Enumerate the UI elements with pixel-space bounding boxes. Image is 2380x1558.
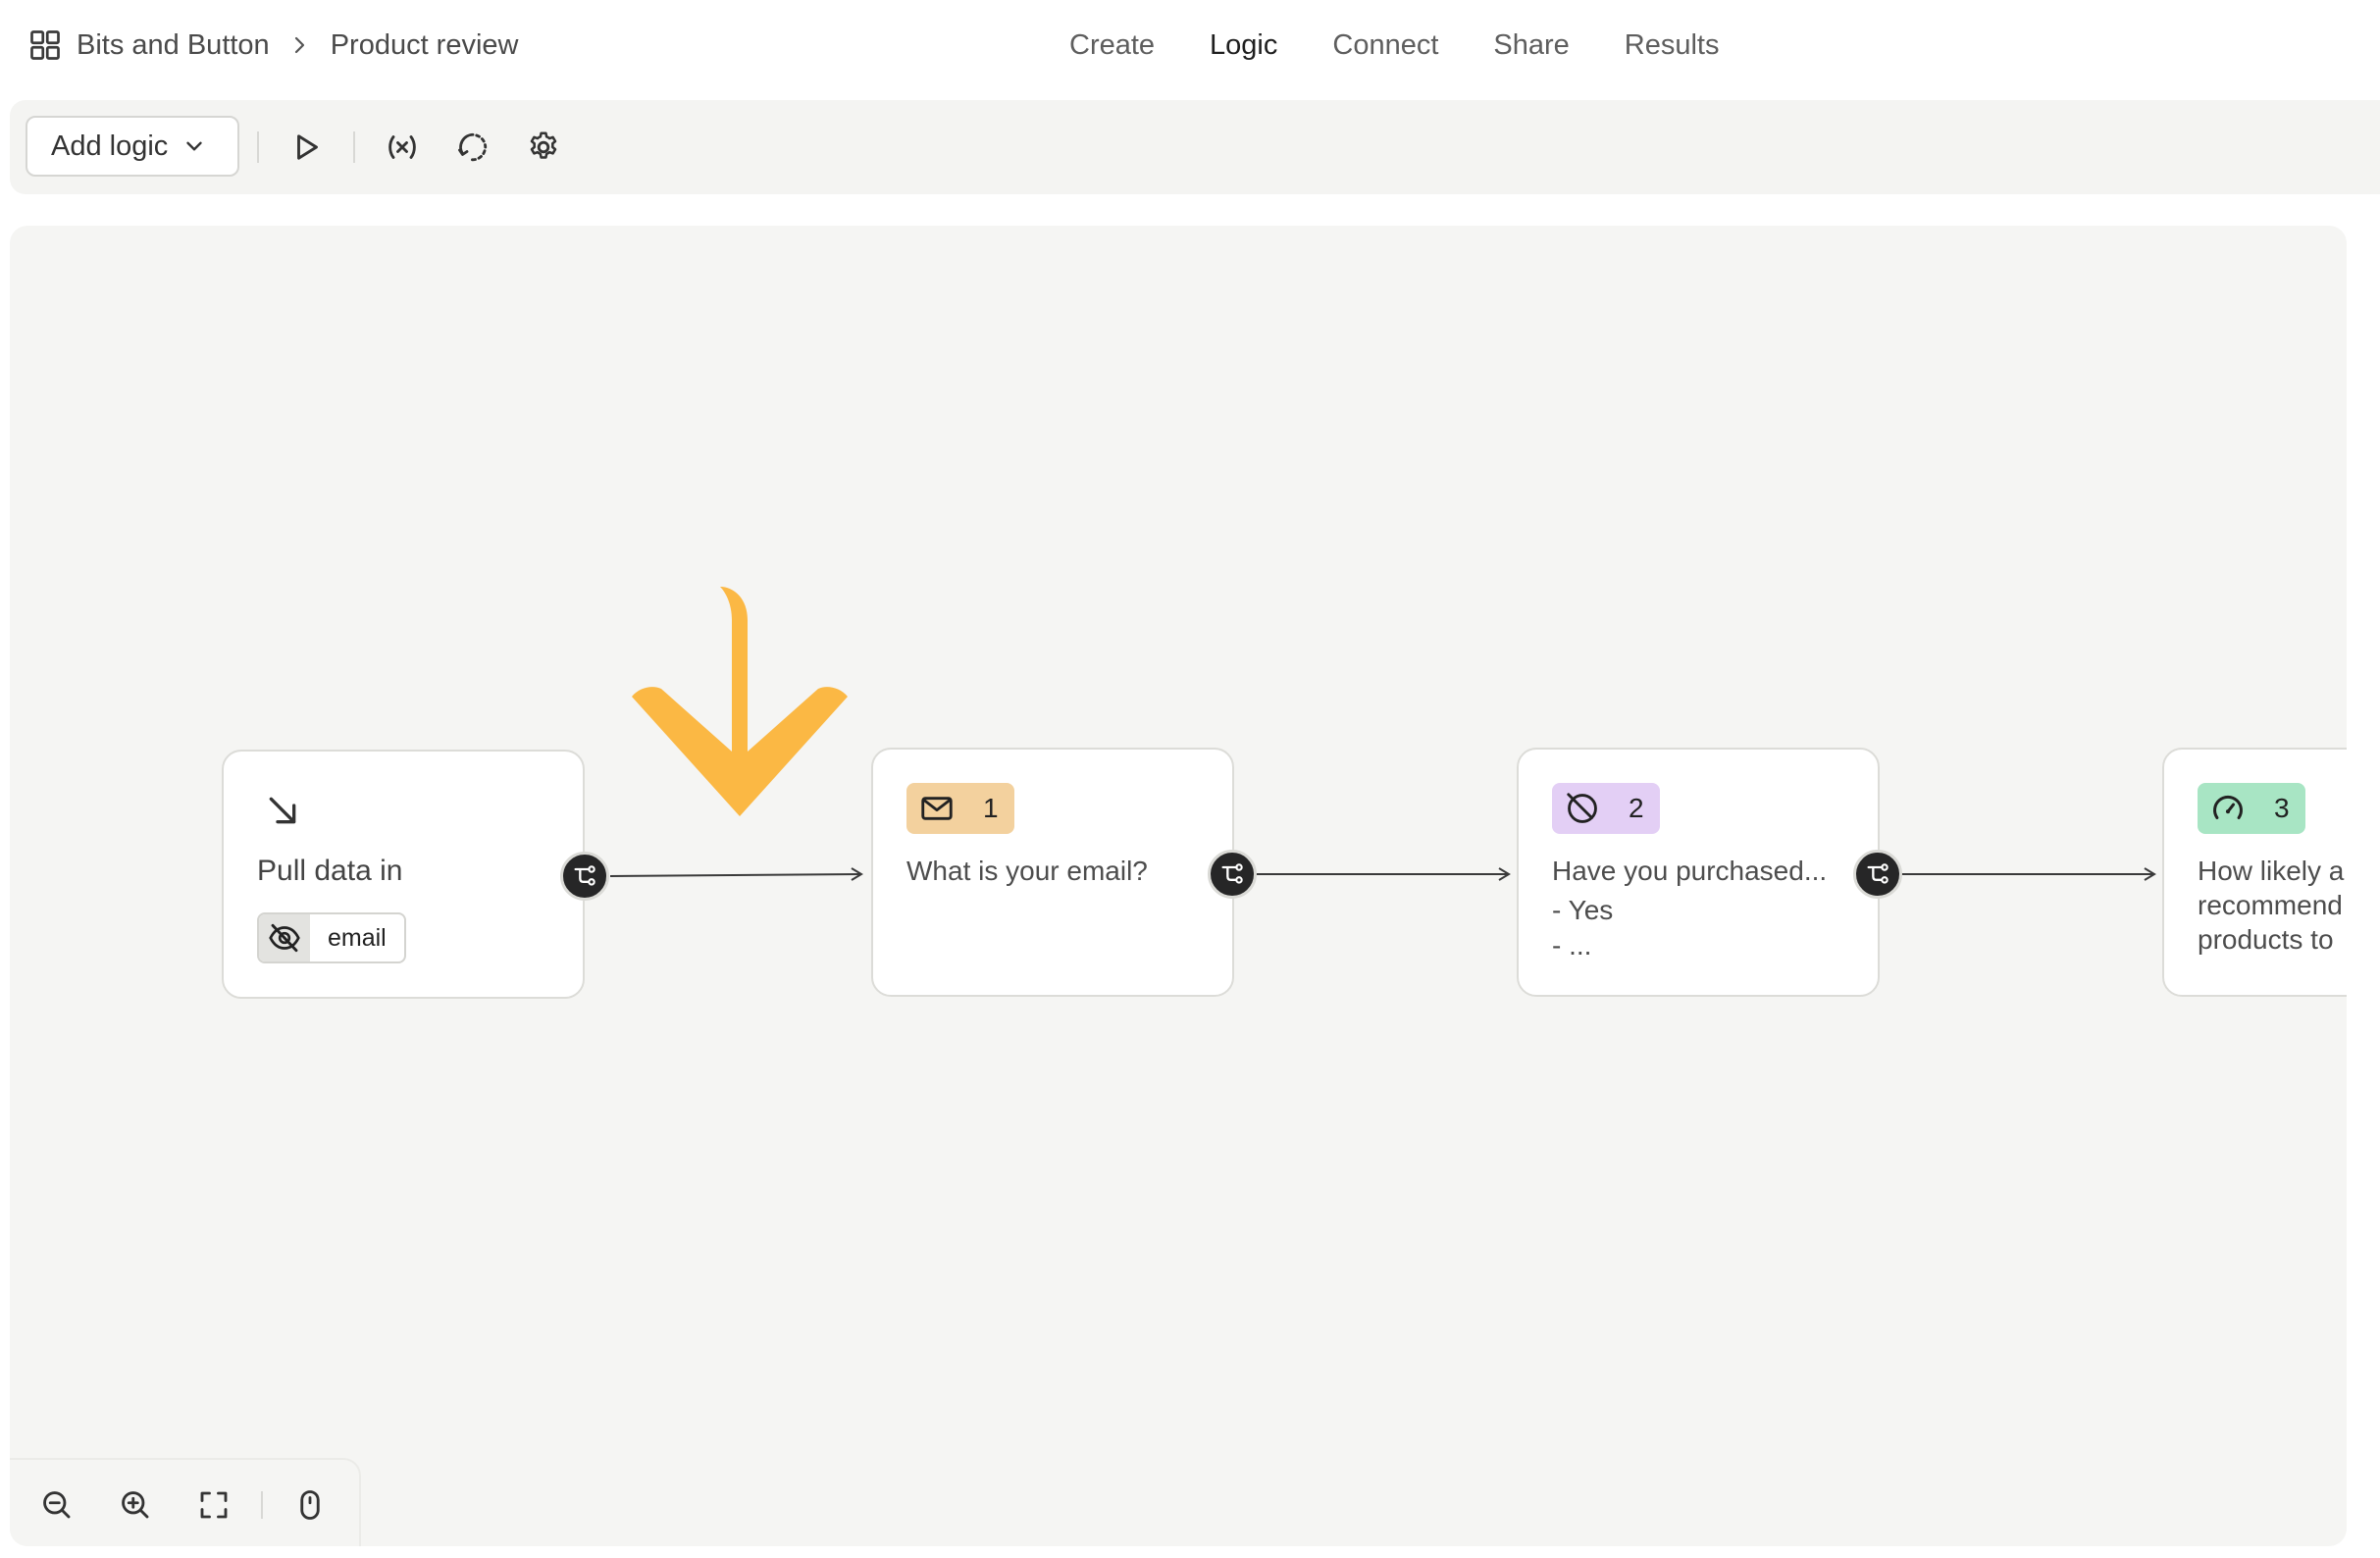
toolbar-divider	[257, 131, 259, 163]
variables-button[interactable]	[381, 126, 424, 169]
annotation-arrow-icon	[632, 587, 848, 816]
not-allowed-icon	[1567, 793, 1597, 823]
arrow-down-right-icon	[269, 797, 296, 824]
top-bar: Bits and Button Product review Create Lo…	[0, 0, 2380, 94]
tab-connect[interactable]: Connect	[1332, 29, 1438, 62]
loop-icon	[458, 132, 488, 162]
breadcrumb-workspace[interactable]: Bits and Button	[77, 29, 270, 62]
node-question-1[interactable]: 1 What is your email?	[871, 748, 1234, 997]
fit-view-button[interactable]	[192, 1483, 235, 1527]
hidden-field-chip[interactable]: email	[257, 912, 406, 963]
question-number: 3	[2274, 793, 2290, 823]
apps-grid-icon[interactable]	[27, 27, 63, 63]
question-badge: 2	[1552, 783, 1660, 834]
chevron-right-icon	[294, 36, 304, 54]
settings-button[interactable]	[522, 126, 565, 169]
zoom-divider	[261, 1491, 263, 1519]
breadcrumb-form[interactable]: Product review	[331, 29, 519, 62]
chevron-down-icon	[186, 141, 203, 151]
node-pull-data-in[interactable]: Pull data in email	[222, 750, 585, 999]
branch-connector[interactable]	[560, 852, 609, 901]
logic-canvas[interactable]: Pull data in email 1 What is your email?…	[10, 226, 2347, 1546]
branch-icon	[1221, 863, 1243, 884]
mouse-icon	[300, 1490, 320, 1520]
add-logic-button[interactable]: Add logic	[26, 116, 239, 177]
fit-view-icon	[200, 1491, 228, 1519]
eye-off-icon	[259, 914, 310, 961]
choice-option: - ...	[1552, 930, 1592, 961]
branch-connector[interactable]	[1208, 850, 1257, 899]
variable-icon	[388, 135, 416, 159]
tab-share[interactable]: Share	[1493, 29, 1569, 62]
play-icon	[297, 134, 318, 160]
gauge-icon	[2213, 795, 2243, 820]
preview-button[interactable]	[285, 126, 328, 169]
gear-icon	[530, 131, 557, 159]
question-badge: 3	[2198, 783, 2305, 834]
logic-toolbar: Add logic	[10, 100, 2380, 194]
breadcrumb: Bits and Button Product review	[27, 22, 519, 69]
branch-icon	[574, 865, 595, 886]
node-question-2[interactable]: 2 Have you purchased... - Yes - ...	[1517, 748, 1880, 997]
choice-option: - Yes	[1552, 895, 1614, 925]
toolbar-divider	[353, 131, 355, 163]
tab-logic[interactable]: Logic	[1210, 29, 1277, 62]
question-title-line: How likely a	[2198, 856, 2345, 886]
main-nav: Create Logic Connect Share Results	[1069, 22, 1774, 69]
question-number: 1	[983, 793, 999, 823]
question-title: What is your email?	[906, 856, 1148, 886]
zoom-out-button[interactable]	[35, 1483, 78, 1527]
question-title: Have you purchased...	[1552, 856, 1828, 886]
zoom-in-button[interactable]	[114, 1483, 157, 1527]
hidden-field-label: email	[328, 923, 387, 952]
tab-results[interactable]: Results	[1625, 29, 1720, 62]
zoom-out-icon	[43, 1491, 71, 1519]
branch-icon	[1867, 863, 1888, 884]
mail-icon	[921, 797, 953, 820]
branch-connector[interactable]	[1853, 850, 1902, 899]
question-title-line: recommend	[2198, 890, 2343, 920]
node-title: Pull data in	[257, 855, 403, 887]
add-logic-label: Add logic	[51, 130, 169, 162]
node-question-3[interactable]: 3 How likely a recommend products to	[2162, 748, 2347, 997]
question-title-line: products to	[2198, 924, 2334, 955]
tab-create[interactable]: Create	[1069, 29, 1155, 62]
logic-map-button[interactable]	[451, 126, 494, 169]
question-badge: 1	[906, 783, 1014, 834]
question-number: 2	[1629, 793, 1644, 823]
zoom-controls	[10, 1458, 361, 1546]
zoom-in-icon	[122, 1491, 149, 1519]
mouse-mode-button[interactable]	[288, 1483, 332, 1527]
edge-pull-to-q1	[609, 873, 862, 877]
